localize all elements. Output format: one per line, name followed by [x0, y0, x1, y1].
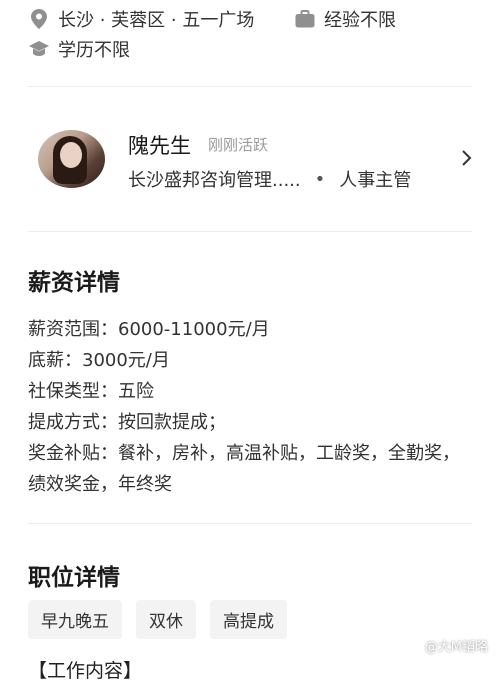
bonus-line: 奖金补贴：餐补，房补，高温补贴，工龄奖，全勤奖，绩效奖金，年终奖 [28, 443, 460, 495]
job-meta-location-row: 长沙 · 芙蓉区 · 五一广场 [28, 6, 254, 32]
experience-text: 经验不限 [324, 10, 396, 31]
recruiter-active-status: 刚刚活跃 [208, 136, 269, 154]
divider [28, 231, 472, 232]
tag-commission: 高提成 [210, 600, 287, 639]
tag-weekend: 双休 [136, 600, 196, 639]
recruiter-name: 隗先生 [128, 134, 191, 158]
watermark-text: @大M韬略 [424, 640, 488, 655]
recruiter-company-row: 长沙盛邦咨询管理..... • 人事主管 [128, 166, 411, 192]
salary-section-title: 薪资详情 [28, 270, 120, 296]
salary-details: 薪资范围：6000-11000元/月 底薪：3000元/月 社保类型：五险 提成… [28, 314, 468, 500]
social-insurance-line: 社保类型：五险 [28, 381, 154, 402]
job-meta-education-row: 学历不限 [28, 36, 130, 62]
location-text: 长沙 · 芙蓉区 · 五一广场 [58, 10, 255, 31]
recruiter-role: 人事主管 [339, 170, 412, 191]
recruiter-card[interactable]: 隗先生 刚刚活跃 长沙盛邦咨询管理..... • 人事主管 [38, 130, 474, 192]
briefcase-icon [294, 8, 316, 30]
base-salary-line: 底薪：3000元/月 [28, 350, 170, 371]
divider [28, 86, 472, 87]
recruiter-company: 长沙盛邦咨询管理..... [128, 170, 301, 191]
tag-schedule: 早九晚五 [28, 600, 122, 639]
position-section-title: 职位详情 [28, 565, 120, 591]
location-pin-icon [28, 8, 50, 30]
graduation-cap-icon [28, 38, 50, 60]
position-tags: 早九晚五 双休 高提成 [28, 600, 287, 639]
separator-dot: • [314, 168, 326, 190]
divider [28, 523, 472, 524]
job-meta-experience-row: 经验不限 [294, 6, 396, 32]
recruiter-avatar[interactable] [38, 130, 105, 188]
salary-range-line: 薪资范围：6000-11000元/月 [28, 319, 270, 340]
chevron-right-icon[interactable] [460, 148, 474, 168]
watermark: @大M韬略 [425, 636, 488, 655]
commission-line: 提成方式：按回款提成； [28, 412, 226, 433]
job-content-heading: 【工作内容】 [28, 660, 143, 682]
education-text: 学历不限 [58, 40, 130, 61]
